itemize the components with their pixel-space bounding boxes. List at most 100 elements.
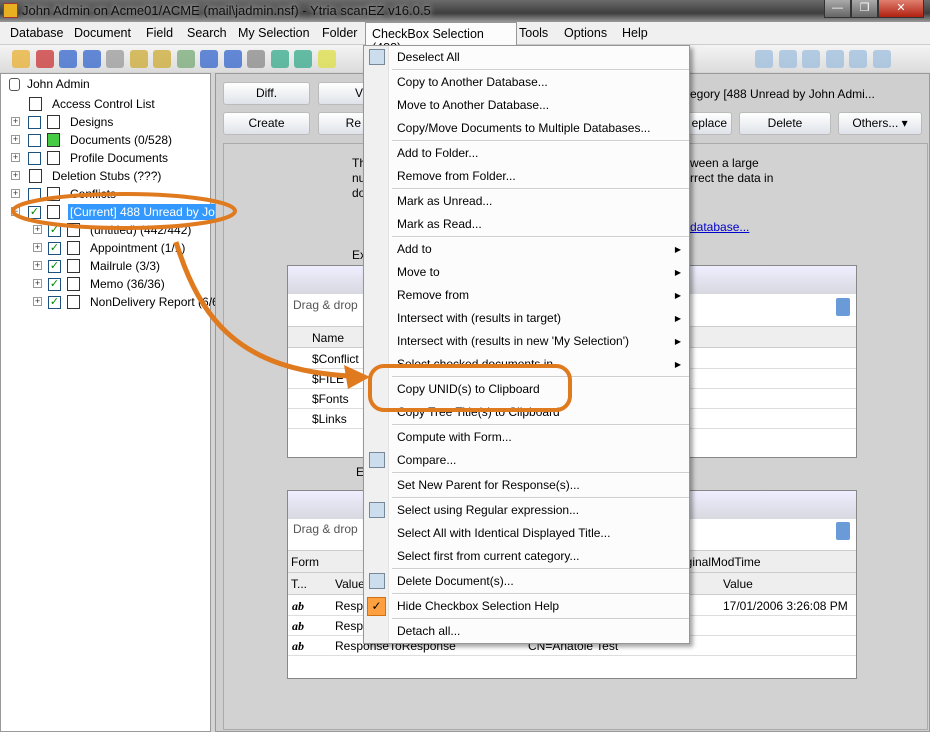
new-icon[interactable]: [317, 50, 336, 68]
menu-field[interactable]: Field: [146, 26, 173, 40]
trash-icon[interactable]: [836, 522, 850, 540]
tree-item[interactable]: Mailrule (3/3): [88, 258, 162, 274]
column-value[interactable]: Value: [335, 577, 365, 591]
expand-icon[interactable]: +: [11, 117, 20, 126]
delete-check-icon[interactable]: [849, 50, 867, 68]
tree-item[interactable]: Documents (0/528): [68, 132, 174, 148]
database-link[interactable]: database...: [690, 220, 749, 234]
close-button[interactable]: ✕: [878, 0, 924, 18]
tree-checkbox[interactable]: ✓: [48, 224, 61, 237]
menu-item-set-new-parent-for-response-s[interactable]: Set New Parent for Response(s)...: [364, 474, 689, 497]
tree-item[interactable]: Conflicts: [68, 186, 118, 202]
menu-folder[interactable]: Folder: [322, 26, 357, 40]
copy-check-icon[interactable]: [802, 50, 820, 68]
open-icon[interactable]: [12, 50, 30, 68]
menu-item-add-to-folder[interactable]: Add to Folder...: [364, 142, 689, 165]
target-check-icon[interactable]: [872, 50, 891, 68]
email-icon[interactable]: [200, 50, 218, 68]
menu-item-move-to-another-database[interactable]: Move to Another Database...: [364, 94, 689, 117]
expand-icon[interactable]: −: [11, 207, 20, 216]
tree-checkbox[interactable]: [28, 152, 41, 165]
create-button[interactable]: Create: [223, 112, 310, 135]
menu-item-intersect-with-results-in-target[interactable]: Intersect with (results in target) ▶: [364, 307, 689, 330]
text-icon[interactable]: [59, 50, 77, 68]
diff-button[interactable]: Diff.: [223, 82, 310, 105]
menu-search[interactable]: Search: [187, 26, 227, 40]
refresh-icon[interactable]: [35, 50, 54, 68]
column-value-2[interactable]: Value: [723, 577, 753, 591]
expand-icon[interactable]: +: [33, 225, 42, 234]
tree-item[interactable]: Access Control List: [50, 96, 157, 112]
unid-icon[interactable]: [223, 50, 242, 68]
chart2-icon[interactable]: [153, 50, 171, 68]
tree-item[interactable]: Memo (36/36): [88, 276, 167, 292]
tree-checkbox[interactable]: ✓: [48, 296, 61, 309]
column-name[interactable]: Name: [312, 331, 344, 345]
tree-item[interactable]: Designs: [68, 114, 115, 130]
minimize-button[interactable]: —: [824, 0, 851, 18]
tree-item[interactable]: Profile Documents: [68, 150, 170, 166]
menu-checkbox-selection-open[interactable]: CheckBox Selection (488): [365, 22, 517, 55]
menu-item-deselect-all[interactable]: Deselect All: [364, 46, 689, 69]
tree-item[interactable]: Appointment (1/1): [88, 240, 187, 256]
re-button[interactable]: Re: [318, 112, 368, 135]
tree-checkbox[interactable]: [28, 188, 41, 201]
tree-item[interactable]: Deletion Stubs (???): [50, 168, 163, 184]
menu-item-select-first-from-current-category[interactable]: Select first from current category...: [364, 545, 689, 568]
tree-checkbox[interactable]: [28, 116, 41, 129]
menu-item-copy-unid-s-to-clipboard[interactable]: Copy UNID(s) to Clipboard: [364, 378, 689, 401]
menu-item-mark-as-read[interactable]: Mark as Read...: [364, 213, 689, 236]
trash-icon[interactable]: [836, 298, 850, 316]
menu-tools[interactable]: Tools: [519, 26, 548, 40]
tree-root[interactable]: John Admin: [9, 77, 90, 92]
menu-item-remove-from[interactable]: Remove from ▶: [364, 284, 689, 307]
restore-button[interactable]: ❐: [851, 0, 878, 18]
menu-item-compare[interactable]: Compare...: [364, 449, 689, 472]
new-check-icon[interactable]: [778, 50, 797, 68]
expand-icon[interactable]: +: [33, 279, 42, 288]
menu-item-hide-checkbox-selection-help[interactable]: ✓ Hide Checkbox Selection Help: [364, 595, 689, 618]
check-icon[interactable]: [755, 50, 773, 68]
tree-checkbox[interactable]: ✓: [48, 242, 61, 255]
view-button[interactable]: V: [318, 82, 368, 105]
menu-help[interactable]: Help: [622, 26, 648, 40]
expand-icon[interactable]: +: [11, 153, 20, 162]
menu-item-compute-with-form[interactable]: Compute with Form...: [364, 426, 689, 449]
tree-checkbox[interactable]: ✓: [48, 260, 61, 273]
export-icon[interactable]: [247, 50, 265, 68]
menu-my-selection[interactable]: My Selection: [238, 26, 310, 40]
compare-check-icon[interactable]: [825, 50, 844, 68]
expand-icon[interactable]: +: [11, 171, 20, 180]
menu-item-select-all-with-identical-displayed-title[interactable]: Select All with Identical Displayed Titl…: [364, 522, 689, 545]
tree-checkbox[interactable]: [28, 134, 41, 147]
html-icon[interactable]: [176, 50, 195, 68]
column-type[interactable]: T...: [291, 577, 307, 591]
tree-checkbox[interactable]: ✓: [48, 278, 61, 291]
menu-item-detach-all[interactable]: Detach all...: [364, 620, 689, 643]
expand-icon[interactable]: +: [33, 297, 42, 306]
delete-button[interactable]: Delete: [739, 112, 831, 135]
others-button[interactable]: Others... ▾: [838, 112, 922, 135]
tree-checkbox[interactable]: ✓: [28, 206, 41, 219]
menu-item-copy-to-another-database[interactable]: Copy to Another Database...: [364, 71, 689, 94]
menu-item-select-checked-documents-in[interactable]: Select checked documents in ▶: [364, 353, 689, 376]
menu-item-move-to[interactable]: Move to ▶: [364, 261, 689, 284]
menu-item-copy-tree-title-s-to-clipboard[interactable]: Copy Tree Title(s) to Clipboard: [364, 401, 689, 424]
expand-icon[interactable]: +: [11, 189, 20, 198]
diamond-icon[interactable]: [82, 50, 101, 68]
menu-item-copy-move-documents-to-multiple-databases[interactable]: Copy/Move Documents to Multiple Database…: [364, 117, 689, 140]
expand-icon[interactable]: +: [11, 135, 20, 144]
share-icon[interactable]: [270, 50, 289, 68]
menu-options[interactable]: Options: [564, 26, 607, 40]
tree-item[interactable]: (untitled) (442/442): [88, 222, 193, 238]
tree-item[interactable]: NonDelivery Report (6/6): [88, 294, 225, 310]
menu-database[interactable]: Database: [10, 26, 64, 40]
search-doc-icon[interactable]: [106, 50, 124, 68]
expand-icon[interactable]: +: [33, 243, 42, 252]
tree-item[interactable]: [Current] 488 Unread by John Admin: [68, 204, 218, 220]
menu-document[interactable]: Document: [74, 26, 131, 40]
menu-item-delete-document-s[interactable]: Delete Document(s)...: [364, 570, 689, 593]
expand-icon[interactable]: +: [33, 261, 42, 270]
menu-item-mark-as-unread[interactable]: Mark as Unread...: [364, 190, 689, 213]
dxl-icon[interactable]: [294, 50, 312, 68]
